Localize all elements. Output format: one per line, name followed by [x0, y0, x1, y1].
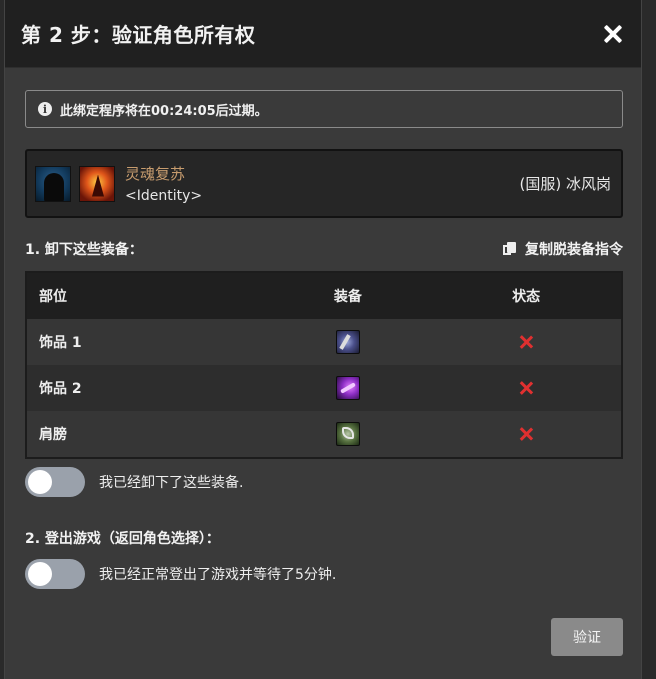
character-info: 灵魂复苏 <Identity>	[125, 163, 202, 204]
copy-unequip-command-button[interactable]: 复制脱装备指令	[503, 239, 623, 259]
dialog-title: 第 2 步：验证角色所有权	[21, 23, 256, 47]
character-guild: <Identity>	[125, 188, 203, 204]
spec-icon	[79, 165, 115, 202]
unequip-confirm-toggle[interactable]	[25, 467, 85, 497]
character-portrait-icon	[35, 165, 71, 202]
toggle-knob	[28, 562, 52, 586]
table-row: 肩膀	[26, 411, 622, 458]
unequip-confirm-row: 我已经卸下了这些装备.	[25, 467, 243, 497]
slot-cell: 肩膀	[26, 411, 265, 458]
dialog-header: 第 2 步：验证角色所有权	[5, 0, 641, 68]
character-name: 灵魂复苏	[125, 165, 186, 183]
logout-confirm-label: 我已经正常登出了游戏并等待了5分钟.	[99, 567, 337, 583]
x-icon	[519, 381, 533, 395]
character-card: 灵魂复苏 <Identity> (国服) 冰风岗	[25, 149, 623, 218]
toggle-knob	[28, 470, 52, 494]
x-icon	[519, 427, 533, 441]
copy-unequip-label: 复制脱装备指令	[525, 242, 623, 258]
verify-button[interactable]: 验证	[551, 618, 623, 656]
trinket-purple-icon[interactable]	[335, 376, 360, 400]
table-row: 饰品 1	[26, 319, 622, 365]
step1-heading: 1. 卸下这些装备：	[25, 242, 143, 258]
info-icon: i	[38, 102, 52, 116]
shoulder-armor-icon[interactable]	[335, 422, 360, 446]
expiry-notice: i 此绑定程序将在00:24:05后过期。	[25, 90, 623, 128]
logout-confirm-toggle[interactable]	[25, 559, 85, 589]
logout-confirm-row: 我已经正常登出了游戏并等待了5分钟.	[25, 559, 336, 589]
verify-ownership-dialog: 第 2 步：验证角色所有权 i 此绑定程序将在00:24:05后过期。 灵魂复苏…	[4, 0, 642, 679]
gear-table-header: 部位 装备 状态	[26, 272, 622, 319]
x-icon	[519, 335, 533, 349]
step2-header: 2. 登出游戏（返回角色选择）：	[25, 528, 623, 548]
trinket-dagger-icon[interactable]	[335, 330, 360, 354]
table-row: 饰品 2	[26, 365, 622, 411]
gear-table: 部位 装备 状态 饰品 1 饰品 2 肩膀	[25, 271, 623, 459]
slot-cell: 饰品 2	[26, 365, 265, 411]
column-slot: 部位	[26, 272, 265, 319]
expiry-notice-text: 此绑定程序将在00:24:05后过期。	[60, 103, 268, 119]
column-status: 状态	[431, 272, 622, 319]
step2-heading: 2. 登出游戏（返回角色选择）：	[25, 531, 220, 547]
close-icon[interactable]	[601, 22, 625, 46]
character-realm: (国服) 冰风岗	[519, 175, 611, 193]
step1-header: 1. 卸下这些装备： 复制脱装备指令	[25, 239, 623, 259]
column-item: 装备	[264, 272, 432, 319]
copy-icon	[503, 242, 517, 256]
unequip-confirm-label: 我已经卸下了这些装备.	[99, 475, 244, 491]
slot-cell: 饰品 1	[26, 319, 265, 365]
